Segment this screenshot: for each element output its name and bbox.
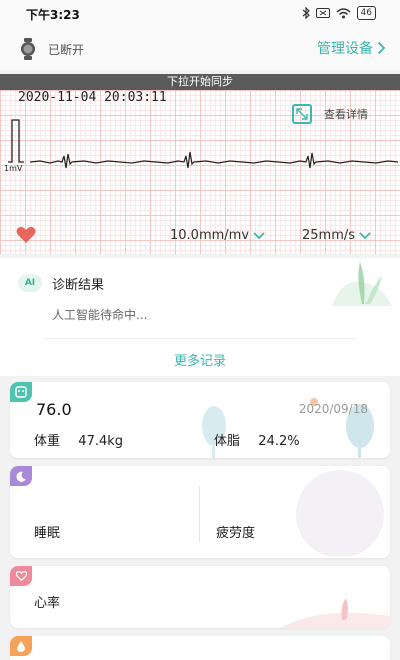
ecg-datetime: 2020-11-04 20:03:11 (18, 90, 167, 105)
divider (199, 486, 200, 542)
paper-speed-value: 25mm/s (302, 228, 356, 243)
weight-metric: 体重 47.4kg (34, 430, 123, 449)
diagnosis-text: 人工智能待命中... (52, 308, 148, 322)
plant-decoration (332, 262, 392, 306)
sleep-card[interactable]: 睡眠 疲劳度 (10, 466, 390, 558)
device-status: 已断开 (48, 43, 85, 57)
gain-select[interactable]: 10.0mm/mv (170, 228, 265, 243)
fatigue-label: 疲劳度 (216, 526, 256, 541)
body-fat-label: 体脂 (214, 434, 241, 449)
diagnosis-card: AI 诊断结果 人工智能待命中... 更多记录 (0, 258, 400, 376)
calibration-label: 1mV (4, 164, 23, 173)
sleep-label: 睡眠 (34, 526, 61, 541)
heart-rate-card[interactable]: 心率 (10, 566, 390, 628)
chevron-right-icon (377, 41, 386, 55)
drop-icon (10, 636, 32, 656)
chevron-down-icon (253, 231, 265, 239)
body-fat-value: 24.2% (258, 434, 300, 449)
watch-icon (21, 38, 35, 60)
battery-indicator: 46 (356, 6, 376, 20)
diagnosis-title: 诊断结果 (52, 278, 105, 293)
more-records-link[interactable]: 更多记录 (0, 350, 400, 369)
weight-value: 47.4kg (78, 434, 124, 449)
ecg-waveform (8, 119, 399, 169)
wifi-icon (336, 7, 351, 18)
status-time: 下午3:23 (26, 8, 80, 22)
device-bar: 已断开 管理设备 (0, 28, 400, 70)
heart-rate-label: 心率 (34, 596, 61, 611)
ai-badge: AI (18, 274, 42, 292)
weight-date: 2020/09/18 (298, 402, 368, 416)
paper-speed-select[interactable]: 25mm/s (302, 228, 371, 243)
cloud-decoration (296, 470, 384, 556)
ecg-panel: 2020-11-04 20:03:11 查看详情 1mV 10.0mm/mv 2… (0, 90, 400, 254)
weight-label: 体重 (34, 434, 61, 449)
manage-devices-label: 管理设备 (317, 41, 373, 57)
gain-value: 10.0mm/mv (170, 228, 250, 243)
pull-to-sync-banner: 下拉开始同步 (0, 74, 400, 90)
weight-card[interactable]: 76.0 2020/09/18 体重 47.4kg 体脂 24.2% (10, 382, 390, 458)
bluetooth-icon (302, 7, 310, 19)
divider (44, 338, 356, 339)
manage-devices-button[interactable]: 管理设备 (317, 38, 386, 58)
moon-icon (10, 466, 32, 486)
status-icons: 46 (302, 6, 376, 20)
weight-score: 76.0 (36, 400, 72, 419)
scale-icon (10, 382, 32, 402)
status-bar: 下午3:23 46 (0, 0, 400, 28)
next-card[interactable] (10, 636, 390, 660)
body-fat-metric: 体脂 24.2% (214, 430, 300, 449)
sim-icon (315, 8, 330, 18)
heart-icon (16, 226, 36, 243)
heart-icon (10, 566, 32, 586)
flowers-decoration (280, 598, 390, 628)
chevron-down-icon (359, 231, 371, 239)
